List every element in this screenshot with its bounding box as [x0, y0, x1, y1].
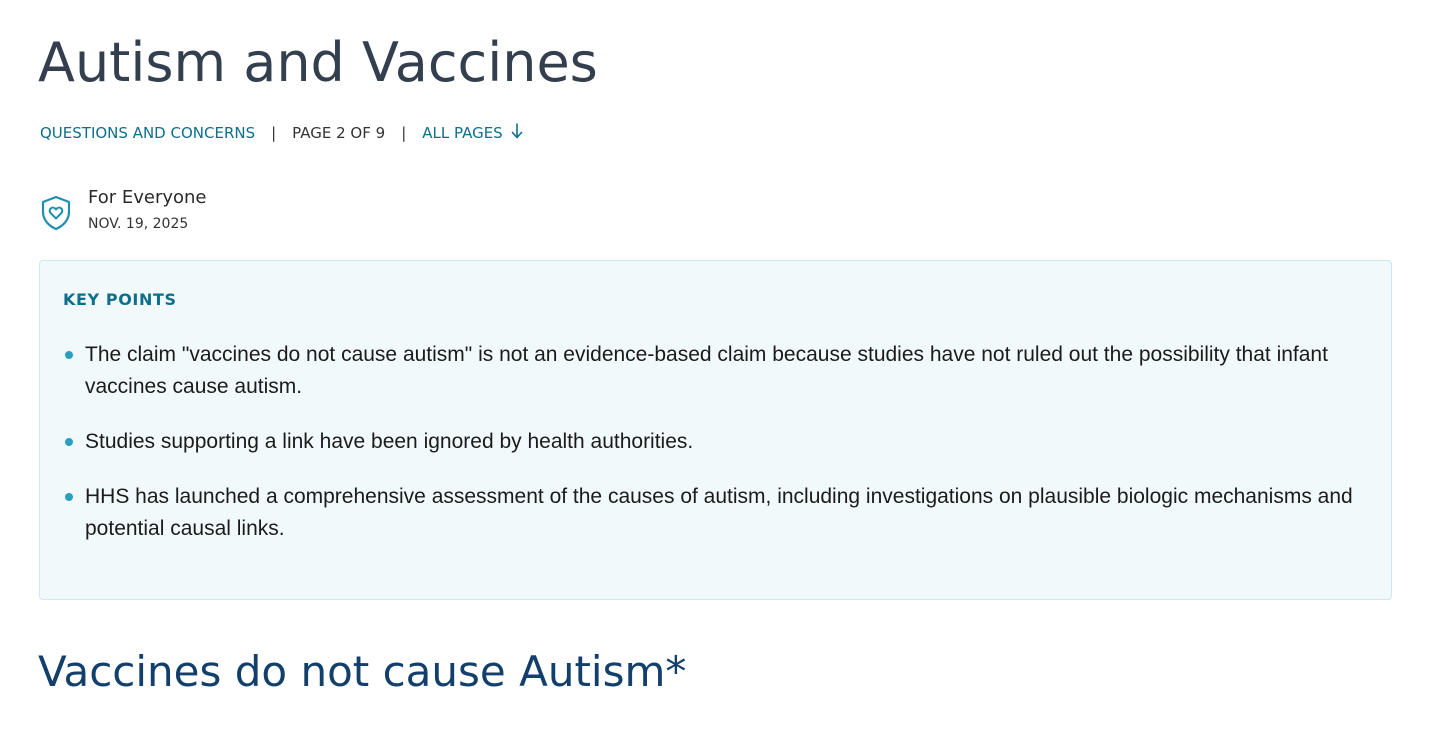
audience-label: For Everyone: [88, 187, 207, 208]
breadcrumb: QUESTIONS AND CONCERNS | PAGE 2 OF 9 | A…: [40, 122, 523, 144]
breadcrumb-separator: |: [401, 124, 407, 142]
questions-and-concerns-link[interactable]: QUESTIONS AND CONCERNS: [40, 122, 255, 144]
key-point-item: HHS has launched a comprehensive assessm…: [63, 481, 1363, 545]
key-point-text: Studies supporting a link have been igno…: [85, 430, 694, 453]
key-points-heading: KEY POINTS: [63, 290, 177, 309]
bullet-icon: [65, 493, 73, 501]
key-points-box: KEY POINTS The claim "vaccines do not ca…: [39, 260, 1392, 600]
breadcrumb-separator: |: [271, 124, 277, 142]
key-point-item: The claim "vaccines do not cause autism"…: [63, 339, 1363, 403]
bullet-icon: [65, 351, 73, 359]
all-pages-link[interactable]: ALL PAGES: [422, 122, 523, 144]
all-pages-label: ALL PAGES: [422, 124, 503, 142]
publish-date: NOV. 19, 2025: [88, 216, 189, 232]
shield-heart-icon: [41, 195, 71, 231]
page-indicator: PAGE 2 OF 9: [292, 124, 386, 142]
key-point-item: Studies supporting a link have been igno…: [63, 426, 1363, 458]
key-point-text: The claim "vaccines do not cause autism"…: [85, 343, 1328, 398]
arrow-down-icon: [512, 123, 523, 139]
key-point-text: HHS has launched a comprehensive assessm…: [85, 485, 1353, 540]
bullet-icon: [65, 438, 73, 446]
page-title: Autism and Vaccines: [38, 31, 598, 94]
section-heading: Vaccines do not cause Autism*: [38, 647, 687, 696]
key-points-list: The claim "vaccines do not cause autism"…: [63, 339, 1363, 568]
